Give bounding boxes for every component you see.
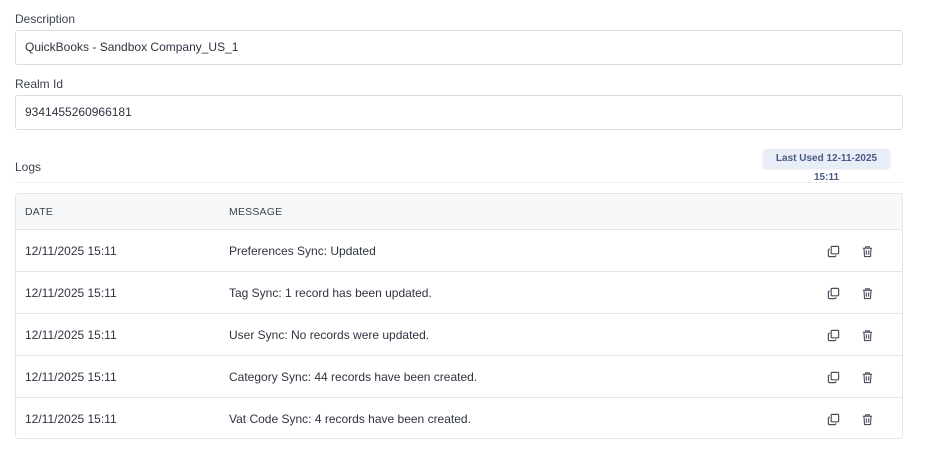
copy-icon[interactable] [826, 412, 840, 426]
row-actions [812, 356, 902, 398]
trash-icon[interactable] [860, 244, 874, 258]
realm-id-input[interactable]: 9341455260966181 [15, 95, 903, 130]
table-row: 12/11/2025 15:11 Tag Sync: 1 record has … [16, 272, 902, 314]
row-actions [812, 314, 902, 356]
row-message: Tag Sync: 1 record has been updated. [229, 286, 432, 300]
date-column-header: DATE [25, 206, 54, 218]
description-input[interactable]: QuickBooks - Sandbox Company_US_1 [15, 30, 903, 65]
last-used-badge: Last Used 12-11-2025 15:11 [763, 149, 890, 183]
row-message: Preferences Sync: Updated [229, 244, 376, 258]
copy-icon[interactable] [826, 244, 840, 258]
row-date: 12/11/2025 15:11 [25, 412, 117, 426]
description-label: Description [15, 12, 76, 26]
realm-id-label: Realm Id [15, 77, 64, 91]
row-date: 12/11/2025 15:11 [25, 328, 117, 342]
row-message: Category Sync: 44 records have been crea… [229, 370, 478, 384]
trash-icon[interactable] [860, 286, 874, 300]
row-date: 12/11/2025 15:11 [25, 286, 117, 300]
row-actions [812, 230, 902, 272]
copy-icon[interactable] [826, 328, 840, 342]
table-row: 12/11/2025 15:11 Category Sync: 44 recor… [16, 356, 902, 398]
trash-icon[interactable] [860, 328, 874, 342]
trash-icon[interactable] [860, 370, 874, 384]
copy-icon[interactable] [826, 286, 840, 300]
logs-title: Logs [15, 160, 42, 174]
table-row: 12/11/2025 15:11 Vat Code Sync: 4 record… [16, 398, 902, 438]
row-message: Vat Code Sync: 4 records have been creat… [229, 412, 471, 426]
table-row: 12/11/2025 15:11 User Sync: No records w… [16, 314, 902, 356]
trash-icon[interactable] [860, 412, 874, 426]
row-message: User Sync: No records were updated. [229, 328, 430, 342]
table-body: 12/11/2025 15:11 Preferences Sync: Updat… [16, 230, 902, 438]
table-row: 12/11/2025 15:11 Preferences Sync: Updat… [16, 230, 902, 272]
copy-icon[interactable] [826, 370, 840, 384]
logs-divider [15, 182, 903, 183]
row-date: 12/11/2025 15:11 [25, 370, 117, 384]
row-date: 12/11/2025 15:11 [25, 244, 117, 258]
logs-table: DATE MESSAGE 12/11/2025 15:11 Preference… [15, 193, 903, 439]
table-header: DATE MESSAGE [16, 194, 902, 230]
message-column-header: MESSAGE [229, 206, 283, 218]
row-actions [812, 398, 902, 438]
row-actions [812, 272, 902, 314]
